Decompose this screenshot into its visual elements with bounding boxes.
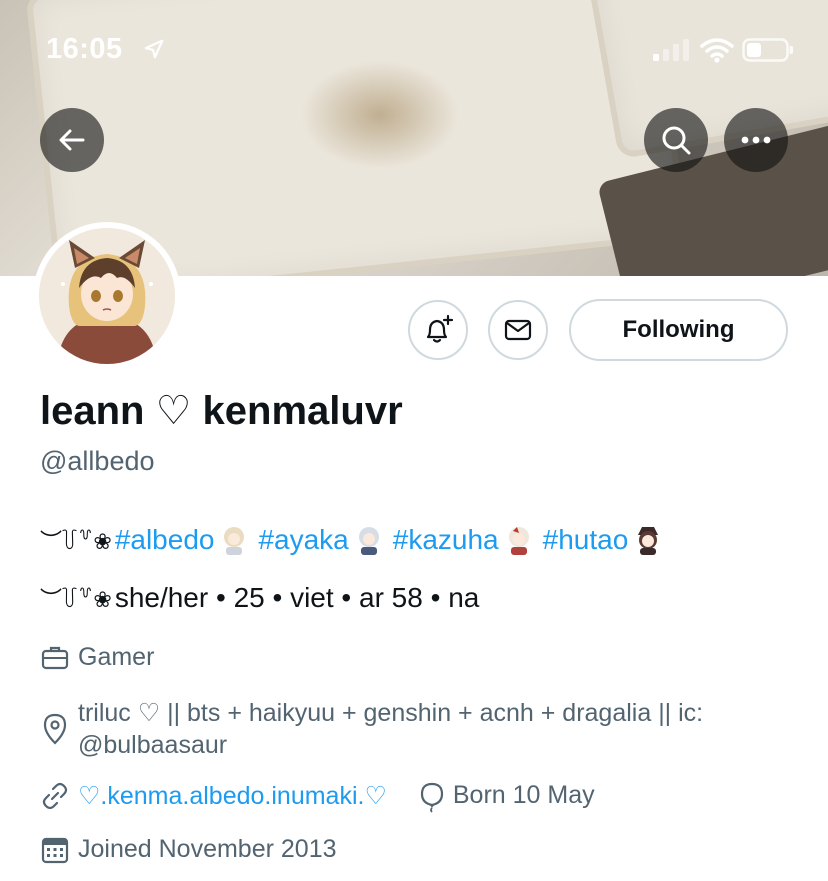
bio-text: she/her • 25 • viet • ar 58 • na <box>114 582 480 613</box>
envelope-icon <box>504 319 532 341</box>
bio-hashtags-line: ︶꒦꒷❀ #albedo #ayaka #kazuha #hutao <box>40 524 672 556</box>
profile-link-row: ♡.kenma.albedo.inumaki.♡ Born 10 May <box>40 781 595 813</box>
profile-location: triluc ♡ || bts + haikyuu + genshin + ac… <box>40 697 800 761</box>
birthday-text: Born 10 May <box>452 781 595 809</box>
search-button[interactable] <box>644 108 708 172</box>
arrow-left-icon <box>59 129 85 151</box>
briefcase-icon <box>41 646 69 670</box>
status-time: 16:05 <box>46 33 123 65</box>
back-button[interactable] <box>40 108 104 172</box>
profile-joined: Joined November 2013 <box>40 835 337 865</box>
chibi-albedo-icon <box>224 527 245 555</box>
bio-decoration: ︶꒦꒷❀ <box>40 529 112 554</box>
message-button[interactable] <box>488 300 548 360</box>
calendar-icon <box>41 837 69 864</box>
following-button[interactable]: Following <box>569 299 788 361</box>
notifications-button[interactable] <box>408 300 468 360</box>
hashtag-link[interactable]: #hutao <box>543 524 629 556</box>
hashtag-link[interactable]: #kazuha <box>393 524 499 556</box>
more-options-button[interactable] <box>724 108 788 172</box>
more-horizontal-icon <box>741 136 771 144</box>
battery-icon <box>742 38 793 62</box>
profile-avatar[interactable] <box>33 222 181 370</box>
category-text: Gamer <box>78 643 155 671</box>
balloon-icon <box>420 782 443 813</box>
chibi-kazuha-icon <box>508 527 529 555</box>
chibi-hutao-icon <box>638 527 659 555</box>
display-name: leann ♡ kenmaluvr <box>40 389 403 433</box>
hashtag-link[interactable]: #albedo <box>115 524 215 556</box>
joined-text: Joined November 2013 <box>78 835 337 863</box>
bell-plus-icon <box>426 314 454 343</box>
wifi-icon <box>700 38 734 63</box>
search-icon <box>662 126 691 155</box>
status-bar: 16:05 <box>0 0 828 100</box>
hashtag-link[interactable]: #ayaka <box>258 524 348 556</box>
bio-info-line: ︶꒦꒷❀ she/her • 25 • viet • ar 58 • na <box>40 582 479 614</box>
link-icon <box>42 782 68 810</box>
website-link[interactable]: ♡.kenma.albedo.inumaki.♡ <box>78 781 387 811</box>
location-arrow-icon <box>144 39 164 59</box>
username-handle: @allbedo <box>40 446 155 476</box>
profile-category: Gamer <box>40 643 154 673</box>
cellular-signal-icon <box>653 39 689 61</box>
map-pin-icon <box>43 713 67 745</box>
bio-decoration: ︶꒦꒷❀ <box>40 587 112 612</box>
location-text: triluc ♡ || bts + haikyuu + genshin + ac… <box>78 699 704 759</box>
avatar-image <box>39 228 175 364</box>
chibi-ayaka-icon <box>358 527 379 555</box>
